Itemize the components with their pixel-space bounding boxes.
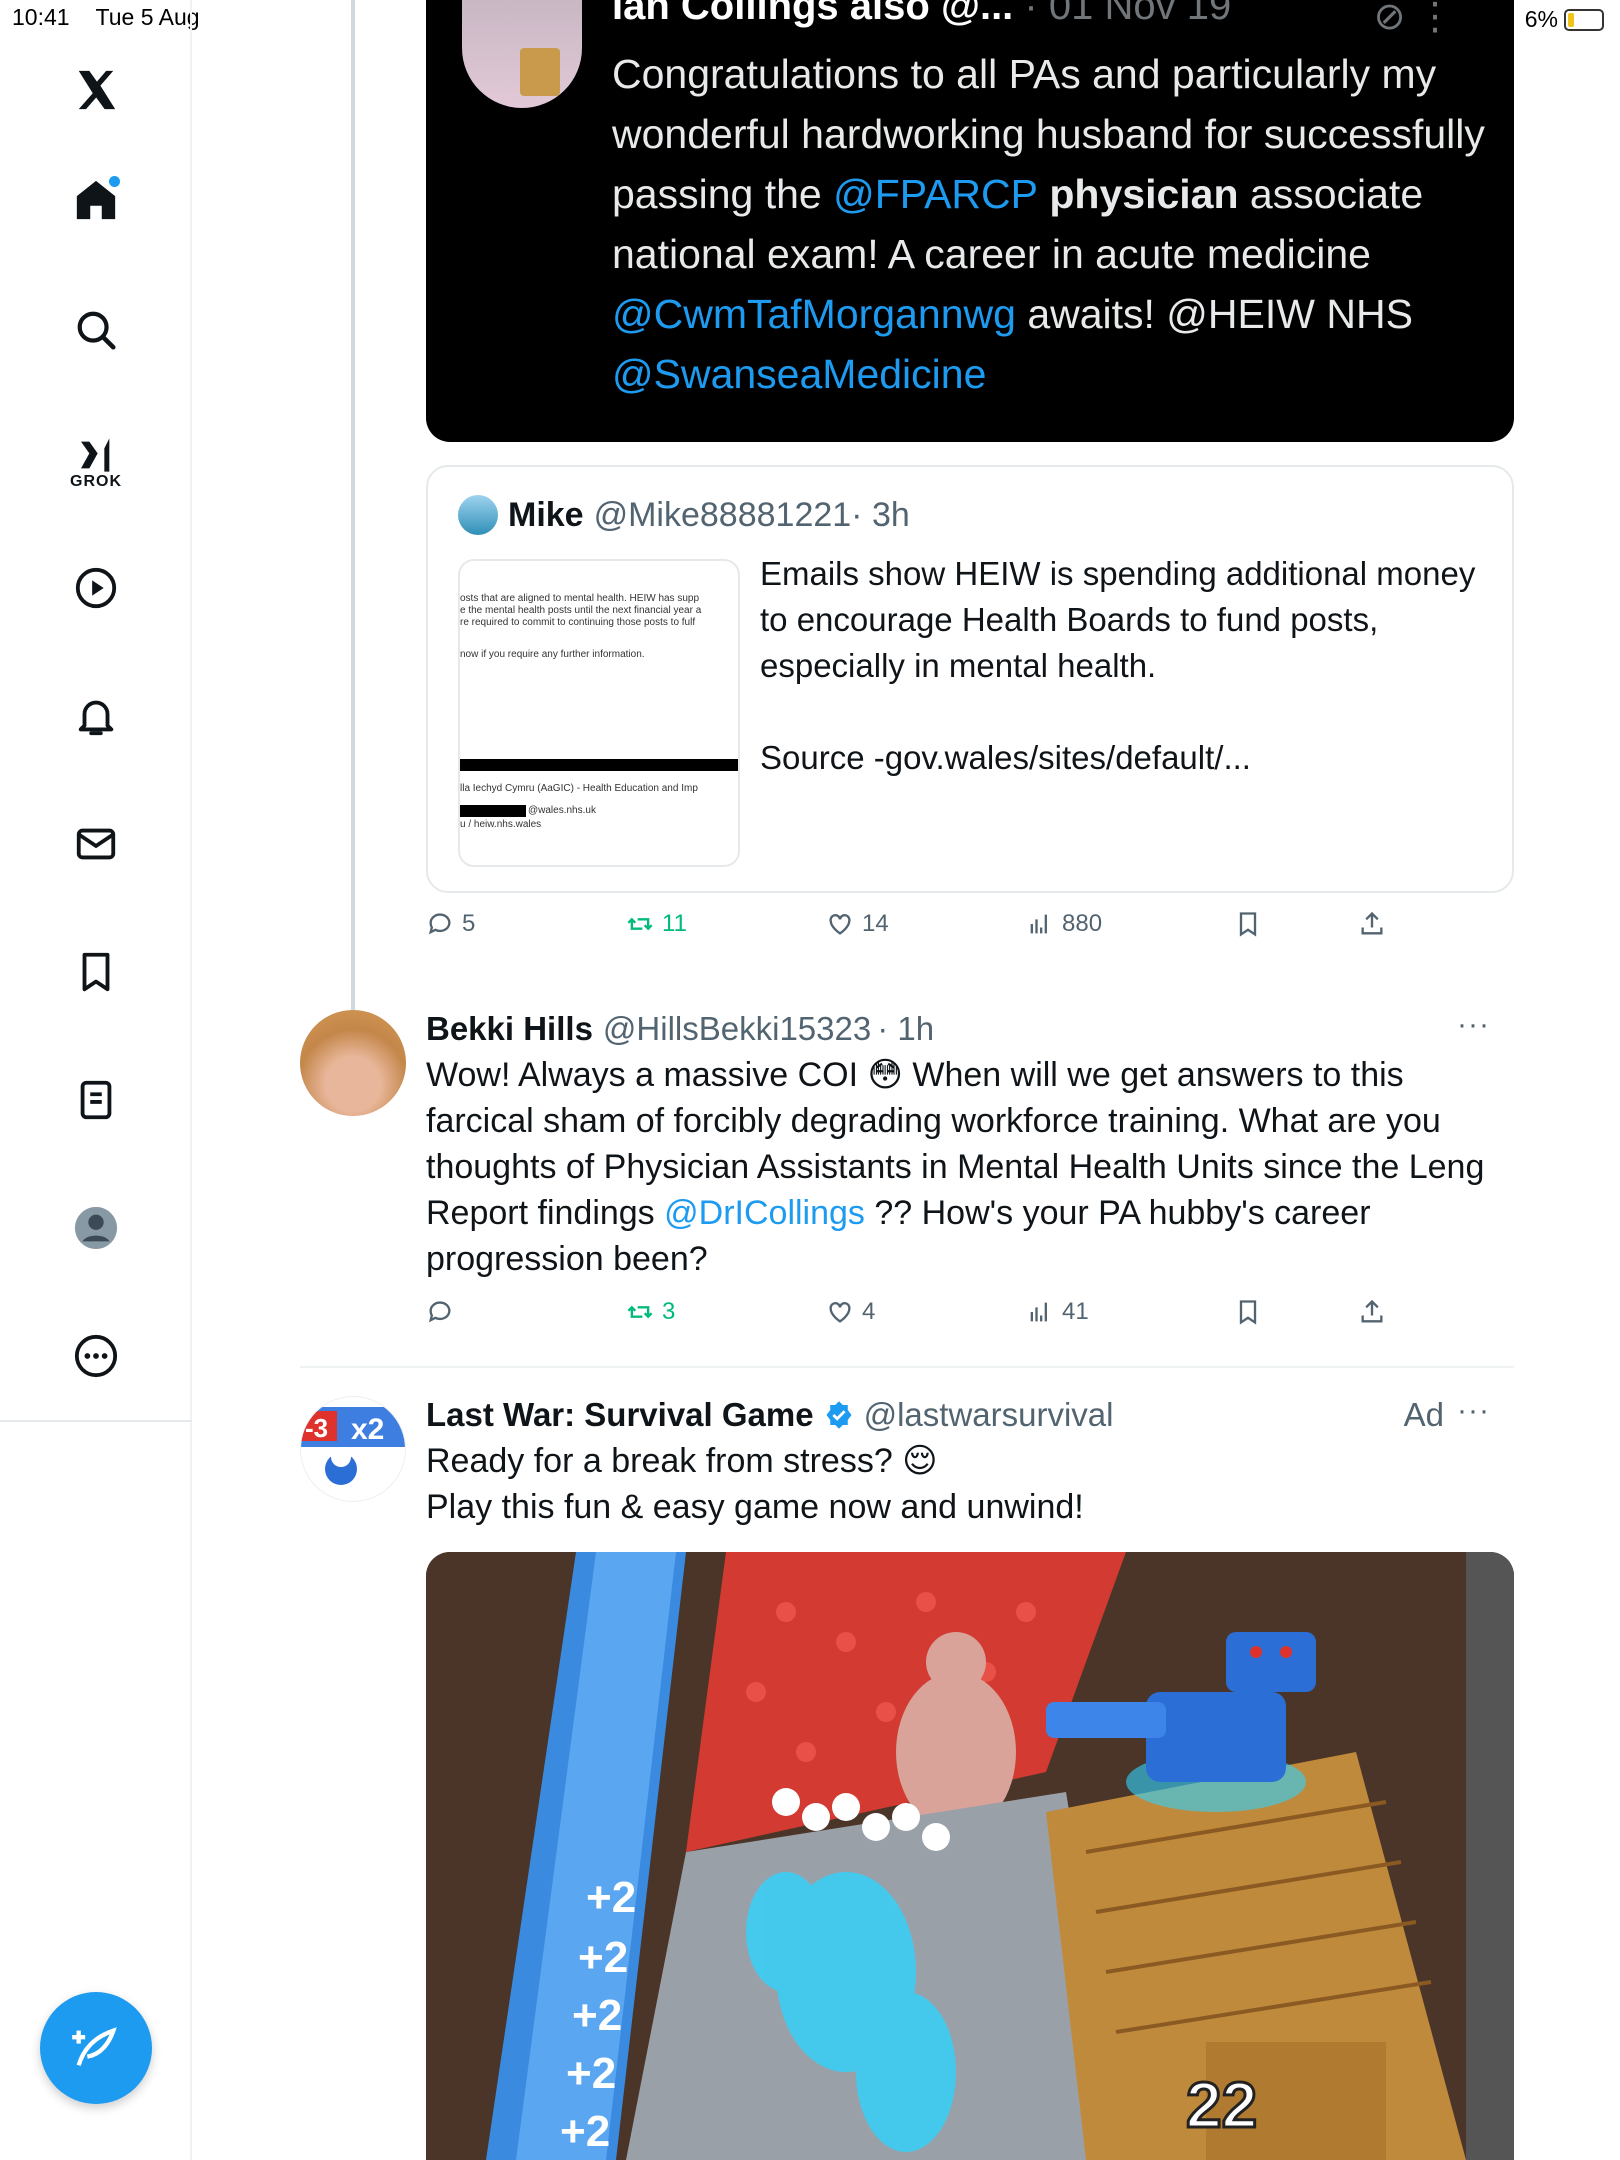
thread-connector xyxy=(351,0,355,1010)
verified-badge-icon xyxy=(826,1401,852,1429)
svg-text:+2: +2 xyxy=(578,1933,628,1982)
envelope-icon[interactable] xyxy=(70,818,122,870)
bekki-name: Bekki Hills xyxy=(426,1010,593,1047)
ad-handle: @lastwarsurvival xyxy=(863,1396,1114,1433)
mike-handle: @Mike88881221 xyxy=(593,495,852,534)
bookmark-icon xyxy=(1239,912,1257,937)
quoted-avatar xyxy=(462,0,582,108)
notification-dot xyxy=(109,176,120,187)
ad-text: Ready for a break from stress? 😌 Play th… xyxy=(426,1442,1084,1526)
list-icon[interactable] xyxy=(70,1074,122,1126)
ad-name: Last War: Survival Game xyxy=(426,1396,814,1433)
compose-post-icon xyxy=(72,2027,117,2066)
repost-icon xyxy=(627,917,653,931)
bookmark-icon[interactable] xyxy=(70,946,122,998)
svg-text:+2: +2 xyxy=(566,2049,616,2098)
post-actions: 3 4 41 xyxy=(426,1298,1486,1338)
post-actions: 5 11 14 880 xyxy=(426,910,1486,950)
share-icon xyxy=(1361,911,1383,935)
bekki-header: Bekki Hills @HillsBekki15323 · 1h xyxy=(426,1010,934,1048)
views-icon xyxy=(1030,1302,1047,1322)
bekki-handle: @HillsBekki15323 xyxy=(602,1010,872,1047)
quoted-grok-more-icon: ⊘ ⋮ xyxy=(1373,0,1454,38)
bekki-avatar[interactable] xyxy=(300,1010,406,1116)
more-icon[interactable]: ··· xyxy=(1457,1394,1490,1428)
share-button[interactable] xyxy=(1358,1298,1386,1326)
reply-button[interactable]: 5 xyxy=(426,910,475,938)
svg-text:x2: x2 xyxy=(351,1413,384,1446)
more-icon[interactable]: ··· xyxy=(1457,1008,1490,1042)
search-icon[interactable] xyxy=(70,304,122,356)
svg-text:22: 22 xyxy=(1186,2069,1257,2141)
redaction-bar xyxy=(460,759,738,771)
reply-button[interactable] xyxy=(426,1298,462,1326)
sidebar-divider xyxy=(0,1420,192,1422)
x-logo-icon[interactable] xyxy=(70,64,122,116)
email-screenshot-image[interactable]: osts that are aligned to mental health. … xyxy=(458,559,740,867)
quoted-date: · 01 Nov 19 xyxy=(1024,0,1232,28)
bell-icon[interactable] xyxy=(70,690,122,742)
heart-icon xyxy=(829,1302,851,1323)
quoted-post-card[interactable]: Mike @Mike88881221 · 3h osts that are al… xyxy=(426,465,1514,893)
reply-icon xyxy=(428,913,451,935)
home-icon[interactable] xyxy=(70,174,122,226)
ad-header: Last War: Survival Game @lastwarsurvival xyxy=(426,1396,1113,1434)
views-icon xyxy=(1030,914,1047,934)
ad-avatar[interactable]: -3 x2 xyxy=(300,1396,406,1502)
svg-text:+2: +2 xyxy=(560,2107,610,2156)
quoted-name: Ian Collings also @... xyxy=(612,0,1014,28)
svg-text:-3: -3 xyxy=(305,1413,328,1443)
grok-label: GROK xyxy=(70,473,122,490)
quoted-post-image[interactable]: Ian Collings also @... · 01 Nov 19 ⊘ ⋮ C… xyxy=(426,0,1514,442)
views-button[interactable]: 41 xyxy=(1026,1298,1089,1326)
reply-icon xyxy=(428,1301,451,1323)
bookmark-button[interactable] xyxy=(1234,1298,1262,1326)
heart-icon xyxy=(829,914,851,935)
like-button[interactable]: 14 xyxy=(826,910,889,938)
profile-avatar-icon[interactable] xyxy=(70,1202,122,1254)
more-options-icon[interactable] xyxy=(70,1330,122,1382)
compose-post-button[interactable] xyxy=(40,1992,152,2104)
svg-text:+2: +2 xyxy=(586,1873,636,1922)
bekki-time: · 1h xyxy=(877,1010,935,1047)
ad-game-image[interactable]: +2 +2 +2 +2 +2 22 xyxy=(426,1552,1514,2160)
quoted-text: Congratulations to all PAs and particula… xyxy=(612,51,1485,397)
like-button[interactable]: 4 xyxy=(826,1298,875,1326)
repost-button[interactable]: 3 xyxy=(626,1298,675,1326)
mike-time: · 3h xyxy=(851,495,910,534)
quoted-header: Ian Collings also @... · 01 Nov 19 xyxy=(612,0,1231,29)
mike-text: Emails show HEIW is spending additional … xyxy=(760,555,1476,776)
battery-indicator: 6% xyxy=(1525,6,1604,33)
redaction-bar xyxy=(460,805,526,817)
grok-icon[interactable]: GROK xyxy=(70,426,122,500)
post-divider xyxy=(300,1366,1514,1368)
views-button[interactable]: 880 xyxy=(1026,910,1102,938)
repost-icon xyxy=(627,1305,653,1319)
mike-avatar xyxy=(458,495,498,535)
sidebar: GROK xyxy=(0,0,192,2160)
post-ad[interactable]: -3 x2 Last War: Survival Game @lastwarsu… xyxy=(300,1394,1514,1546)
share-button[interactable] xyxy=(1358,910,1386,938)
mike-header: Mike @Mike88881221 · 3h xyxy=(458,495,910,535)
bookmark-button[interactable] xyxy=(1234,910,1262,938)
share-icon xyxy=(1361,1299,1383,1323)
battery-percent: 6% xyxy=(1524,6,1558,32)
battery-icon xyxy=(1564,8,1604,31)
svg-text:+2: +2 xyxy=(572,1991,622,2040)
repost-button[interactable]: 11 xyxy=(626,910,687,938)
ad-label: Ad xyxy=(1403,1396,1444,1433)
bekki-text: Wow! Always a massive COI 😳 When will we… xyxy=(426,1056,1485,1278)
mike-name: Mike xyxy=(508,495,584,534)
bookmark-icon xyxy=(1239,1300,1257,1325)
video-play-icon[interactable] xyxy=(70,562,122,614)
